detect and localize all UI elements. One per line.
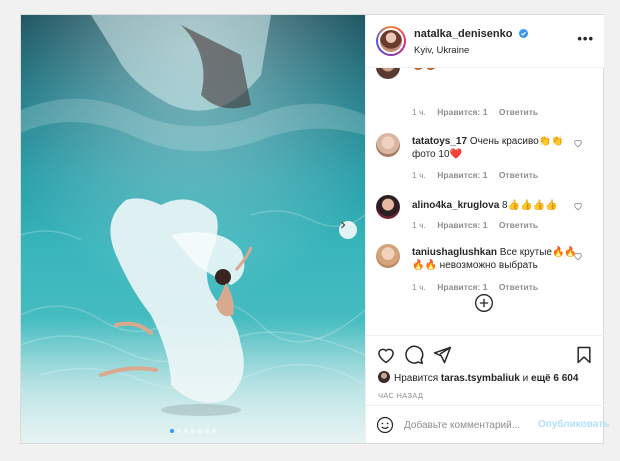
carousel-dot bbox=[184, 429, 188, 433]
commenter-avatar[interactable] bbox=[376, 244, 400, 268]
carousel-dot bbox=[177, 429, 181, 433]
comment-like-icon[interactable] bbox=[573, 138, 583, 148]
comment-meta: 1 ч. Нравится: 1 Ответить bbox=[412, 107, 547, 117]
paper-plane-icon[interactable] bbox=[432, 345, 452, 365]
comment-time[interactable]: 1 ч. bbox=[412, 107, 426, 117]
more-options-button[interactable]: ••• bbox=[577, 31, 594, 46]
post-location[interactable]: Kyiv, Ukraine bbox=[414, 45, 469, 56]
liker-avatar[interactable] bbox=[378, 371, 390, 383]
likes-summary[interactable]: Нравится taras.tsymbaliuk и ещё 6 604 bbox=[378, 371, 578, 384]
comment-likes-count[interactable]: Нравится: 1 bbox=[437, 170, 487, 180]
plus-circle-icon[interactable] bbox=[474, 293, 494, 313]
comment-meta: 1 ч. Нравится: 1 Ответить bbox=[412, 170, 547, 180]
instagram-post: natalka_denisenko Kyiv, Ukraine ••• 🍪🍪 1… bbox=[20, 14, 609, 444]
reply-button[interactable]: Ответить bbox=[499, 220, 538, 230]
post-header: natalka_denisenko Kyiv, Ukraine ••• bbox=[366, 15, 604, 68]
comment-likes-count[interactable]: Нравится: 1 bbox=[437, 107, 487, 117]
comment-time[interactable]: 1 ч. bbox=[412, 220, 426, 230]
comment-like-icon[interactable] bbox=[573, 201, 583, 211]
carousel-dot bbox=[170, 429, 174, 433]
author-username[interactable]: natalka_denisenko bbox=[414, 28, 528, 40]
commenter-avatar[interactable] bbox=[376, 133, 400, 157]
post-actions: Нравится taras.tsymbaliuk и ещё 6 604 ЧА… bbox=[366, 335, 604, 406]
publish-button[interactable]: Опубликовать bbox=[538, 419, 609, 430]
post-photo[interactable] bbox=[21, 15, 365, 443]
heart-icon[interactable] bbox=[376, 345, 396, 365]
comment-text: tatatoys_17 Очень красиво👏👏 фото 10❤️ bbox=[412, 135, 580, 161]
comment-likes-count[interactable]: Нравится: 1 bbox=[437, 282, 487, 292]
reply-button[interactable]: Ответить bbox=[499, 170, 538, 180]
comments-list[interactable]: 🍪🍪 1 ч. Нравится: 1 Ответить tatatoys_17… bbox=[366, 67, 604, 335]
comment-time[interactable]: 1 ч. bbox=[412, 282, 426, 292]
next-image-button[interactable] bbox=[339, 221, 357, 239]
add-comment-bar: Опубликовать bbox=[366, 405, 609, 444]
bookmark-icon[interactable] bbox=[574, 345, 594, 365]
likes-and: и bbox=[522, 373, 529, 384]
smiley-icon[interactable] bbox=[376, 416, 394, 434]
carousel-dot bbox=[191, 429, 195, 433]
carousel-indicator bbox=[21, 429, 365, 433]
post-side-panel: natalka_denisenko Kyiv, Ukraine ••• 🍪🍪 1… bbox=[365, 15, 609, 444]
author-username-text[interactable]: natalka_denisenko bbox=[414, 28, 512, 40]
reply-button[interactable]: Ответить bbox=[499, 282, 538, 292]
likes-prefix: Нравится bbox=[394, 373, 439, 384]
likes-others-count[interactable]: ещё 6 604 bbox=[531, 373, 578, 384]
underwater-photo-illustration bbox=[21, 15, 365, 443]
comment-text: alino4ka_kruglova 8👍👍👍👍 bbox=[412, 199, 580, 212]
comment-like-icon[interactable] bbox=[573, 251, 583, 261]
comment-username[interactable]: alino4ka_kruglova bbox=[412, 200, 499, 211]
reply-button[interactable]: Ответить bbox=[499, 107, 538, 117]
comment-time[interactable]: 1 ч. bbox=[412, 170, 426, 180]
chevron-right-icon bbox=[341, 221, 346, 229]
carousel-dot bbox=[198, 429, 202, 433]
comment-input[interactable] bbox=[404, 416, 532, 434]
comment-text: taniushaglushkan Все крутые🔥🔥🔥🔥 невозмож… bbox=[412, 246, 580, 272]
carousel-dot bbox=[212, 429, 216, 433]
author-avatar[interactable] bbox=[376, 26, 406, 56]
verified-badge-icon bbox=[518, 29, 528, 38]
comment-username[interactable]: tatatoys_17 bbox=[412, 136, 467, 147]
carousel-dot bbox=[205, 429, 209, 433]
liker-username[interactable]: taras.tsymbaliuk bbox=[441, 373, 520, 384]
comment-likes-count[interactable]: Нравится: 1 bbox=[437, 220, 487, 230]
comment-username[interactable]: taniushaglushkan bbox=[412, 247, 497, 258]
comment-body: 8👍👍👍👍 bbox=[502, 200, 558, 211]
comment-icon[interactable] bbox=[404, 345, 424, 365]
comment-meta: 1 ч. Нравится: 1 Ответить bbox=[412, 282, 547, 292]
comment-meta: 1 ч. Нравится: 1 Ответить bbox=[412, 220, 547, 230]
commenter-avatar[interactable] bbox=[376, 195, 400, 219]
post-time[interactable]: ЧАС НАЗАД bbox=[378, 391, 423, 400]
commenter-avatar[interactable] bbox=[376, 67, 400, 79]
